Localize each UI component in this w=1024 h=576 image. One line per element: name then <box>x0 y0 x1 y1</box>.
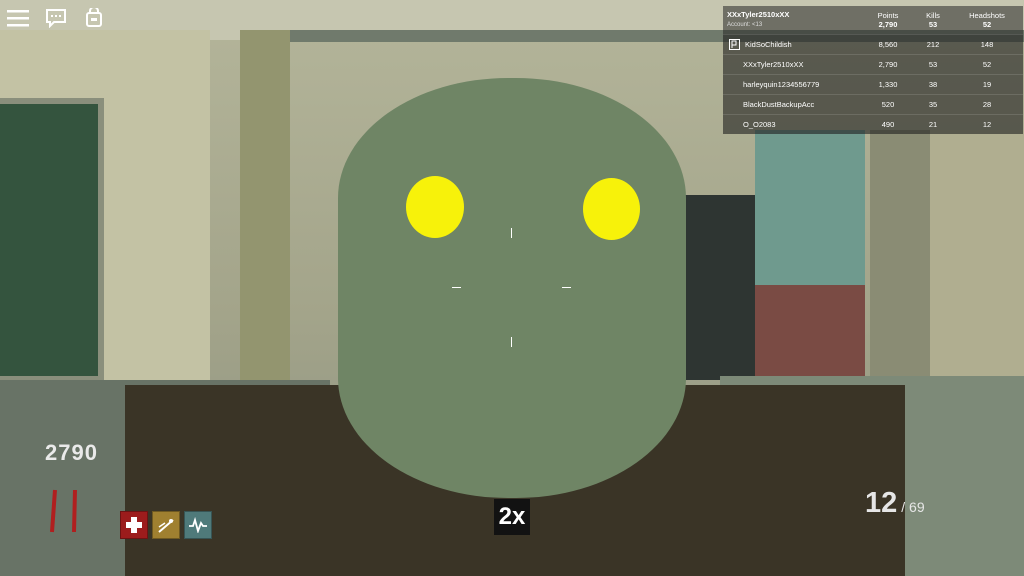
ammo-counter: 12 / 69 <box>865 487 925 520</box>
leaderboard-header: XXxTyler2510xXX Account: <13 Points 2,790… <box>723 6 1023 34</box>
zombie-left-eye <box>406 176 464 238</box>
leaderboard-row: BlackDustBackupAcc 520 35 28 <box>723 94 1023 114</box>
leaderboard-row: O_O2083 490 21 12 <box>723 114 1023 134</box>
team-icon <box>729 39 740 50</box>
row-headshots: 28 <box>982 100 992 109</box>
top-toolbar <box>6 6 106 30</box>
row-name: KidSoChildish <box>745 40 792 49</box>
crosshair-left <box>452 287 461 288</box>
row-kills: 53 <box>928 60 938 69</box>
points-counter: 2790 <box>45 440 98 465</box>
row-name: harleyquin1234556779 <box>743 80 820 89</box>
chat-button[interactable] <box>44 6 68 30</box>
player-account: Account: <13 <box>727 22 763 28</box>
row-kills: 35 <box>928 100 938 109</box>
row-headshots: 12 <box>982 120 992 129</box>
zoom-indicator: 2x <box>494 499 530 535</box>
ammo-magazine: 12 <box>865 487 898 519</box>
leaderboard-row: XXxTyler2510xXX 2,790 53 52 <box>723 54 1023 74</box>
leaderboard-row: KidSoChildish 8,560 212 148 <box>723 34 1023 54</box>
row-points: 2,790 <box>878 60 898 69</box>
backpack-icon <box>86 8 102 27</box>
medic-cross-icon <box>126 517 142 533</box>
row-points: 520 <box>881 100 895 109</box>
row-points: 8,560 <box>878 40 898 49</box>
ammo-reserve: / 69 <box>901 499 925 515</box>
perk-health <box>120 511 148 539</box>
backpack-button[interactable] <box>82 6 106 30</box>
row-points: 1,330 <box>878 80 898 89</box>
kills-header: Kills 53 <box>926 11 940 29</box>
row-points: 490 <box>881 120 895 129</box>
chalkboard <box>0 98 104 382</box>
health-bar-icon <box>50 489 77 533</box>
row-kills: 212 <box>926 40 940 49</box>
health-indicator <box>48 488 80 539</box>
menu-button[interactable] <box>6 6 30 30</box>
doorway-dark <box>680 195 760 380</box>
row-name: XXxTyler2510xXX <box>743 60 804 69</box>
row-name: BlackDustBackupAcc <box>743 100 815 109</box>
right-wall-teal <box>755 130 865 290</box>
leaderboard-row: harleyquin1234556779 1,330 38 19 <box>723 74 1023 94</box>
row-headshots: 52 <box>982 60 992 69</box>
crosshair-top <box>511 228 512 238</box>
row-kills: 21 <box>928 120 938 129</box>
pulse-icon <box>189 517 207 533</box>
perk-stamina <box>184 511 212 539</box>
row-name: O_O2083 <box>743 120 776 129</box>
leaderboard: XXxTyler2510xXX Account: <13 Points 2,790… <box>723 6 1023 134</box>
speed-icon <box>158 519 174 533</box>
right-wall-red <box>755 285 865 380</box>
perk-speed <box>152 511 180 539</box>
zombie-head <box>338 78 686 498</box>
right-far-wall <box>930 130 1024 390</box>
hamburger-icon <box>7 10 29 27</box>
points-header: Points 2,790 <box>877 11 899 29</box>
chat-icon <box>46 9 66 28</box>
player-info: XXxTyler2510xXX Account: <13 <box>723 10 861 30</box>
row-headshots: 148 <box>980 40 994 49</box>
right-column <box>870 130 930 390</box>
zombie-right-eye <box>583 178 640 240</box>
player-name: XXxTyler2510xXX <box>727 10 790 19</box>
headshots-header: Headshots 52 <box>969 11 1005 29</box>
row-headshots: 19 <box>982 80 992 89</box>
crosshair-right <box>562 287 571 288</box>
row-kills: 38 <box>928 80 938 89</box>
crosshair-bottom <box>511 337 512 347</box>
